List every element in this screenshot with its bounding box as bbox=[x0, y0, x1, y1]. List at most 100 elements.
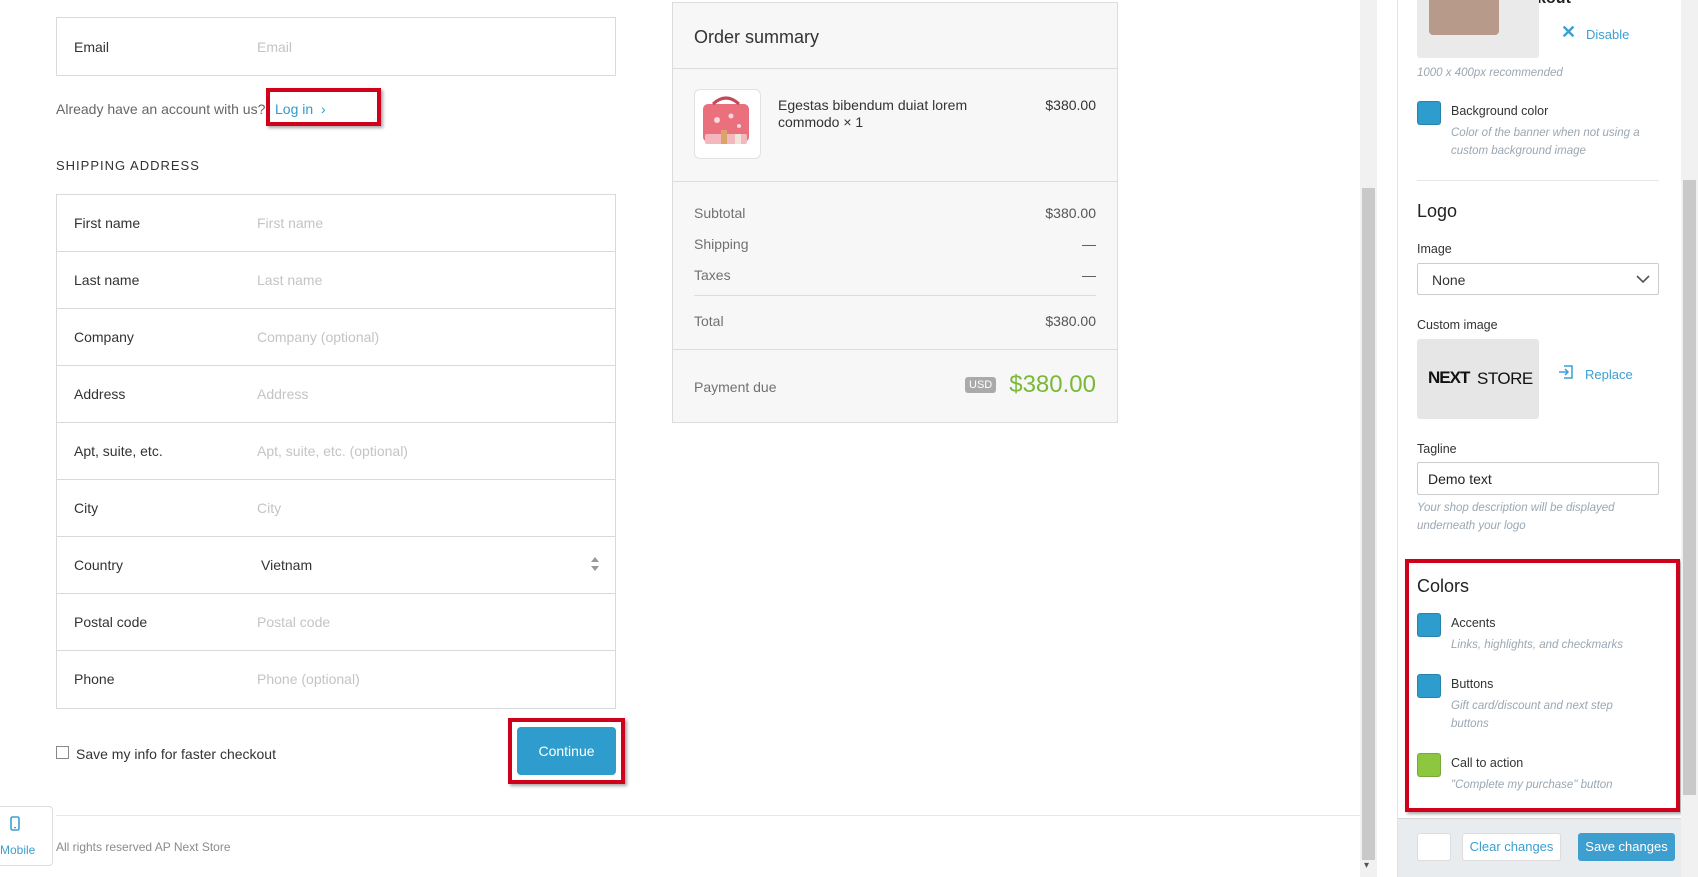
summary-divider bbox=[673, 349, 1117, 350]
footer-blank-button[interactable] bbox=[1417, 833, 1451, 861]
email-input[interactable]: Email bbox=[257, 39, 292, 55]
mobile-view-button[interactable]: Mobile bbox=[0, 806, 53, 866]
last-name-input[interactable]: Last name bbox=[257, 272, 322, 288]
tagline-label: Tagline bbox=[1417, 442, 1457, 456]
postal-code-input[interactable]: Postal code bbox=[257, 614, 330, 630]
product-name: Egestas bibendum duiat lorem commodo × 1 bbox=[778, 97, 968, 130]
tagline-input[interactable]: Demo text bbox=[1417, 462, 1659, 495]
disable-banner-link[interactable]: Disable bbox=[1586, 27, 1629, 42]
subtotal-label: Subtotal bbox=[694, 205, 746, 221]
preview-scroll-thumb[interactable] bbox=[1362, 188, 1375, 860]
email-label: Email bbox=[74, 39, 110, 55]
close-icon[interactable]: ✕ bbox=[1561, 22, 1576, 43]
company-label: Company bbox=[74, 329, 134, 345]
tagline-value: Demo text bbox=[1428, 471, 1492, 487]
panel-scroll-thumb[interactable] bbox=[1683, 180, 1696, 795]
taxes-label: Taxes bbox=[694, 267, 731, 283]
currency-badge: USD bbox=[965, 377, 997, 393]
payment-due-label: Payment due bbox=[694, 379, 777, 395]
replace-icon[interactable] bbox=[1558, 364, 1574, 380]
highlight-login bbox=[266, 88, 381, 126]
shipping-heading: SHIPPING ADDRESS bbox=[56, 158, 200, 173]
custom-image-label: Custom image bbox=[1417, 318, 1498, 332]
footer-copyright: All rights reserved AP Next Store bbox=[56, 840, 231, 854]
last-name-label: Last name bbox=[74, 272, 140, 288]
panel-gutter bbox=[1377, 0, 1397, 877]
apt-input[interactable]: Apt, suite, etc. (optional) bbox=[257, 443, 408, 459]
postal-code-row[interactable]: Postal code Postal code bbox=[57, 594, 615, 651]
clear-changes-button[interactable]: Clear changes bbox=[1462, 833, 1561, 861]
shipping-form: First name First name Last name Last name … bbox=[56, 194, 616, 709]
checkout-preview: Email Email Already have an account with… bbox=[0, 0, 1360, 877]
logo-image-value: None bbox=[1432, 272, 1466, 288]
theme-settings-panel: Checkout ✕ Disable 1000 x 400px recommen… bbox=[1397, 0, 1682, 877]
first-name-row[interactable]: First name First name bbox=[57, 195, 615, 252]
total-row: Total $380.00 bbox=[694, 313, 1096, 329]
email-field-box[interactable]: Email Email bbox=[56, 17, 616, 76]
tagline-hint: Your shop description will be displayed … bbox=[1417, 502, 1615, 532]
city-input[interactable]: City bbox=[257, 500, 281, 516]
background-color-swatch[interactable] bbox=[1417, 101, 1441, 125]
subtotal-value: $380.00 bbox=[1045, 205, 1096, 221]
country-label: Country bbox=[74, 557, 124, 573]
product-thumbnail bbox=[694, 89, 761, 159]
address-input[interactable]: Address bbox=[257, 386, 308, 402]
call-to-action-label: Call to action bbox=[1451, 756, 1524, 770]
select-arrows-icon bbox=[591, 557, 599, 571]
accents-hint: Links, highlights, and checkmarks bbox=[1451, 639, 1623, 651]
logo-wordmark-next: NEXT bbox=[1428, 368, 1470, 387]
accents-color-swatch[interactable] bbox=[1417, 613, 1441, 637]
first-name-label: First name bbox=[74, 215, 141, 231]
phone-row[interactable]: Phone Phone (optional) bbox=[57, 651, 615, 708]
shipping-value: — bbox=[1082, 236, 1096, 252]
colors-section-title: Colors bbox=[1417, 576, 1470, 596]
buttons-color-swatch[interactable] bbox=[1417, 674, 1441, 698]
call-to-action-color-swatch[interactable] bbox=[1417, 753, 1441, 777]
total-value: $380.00 bbox=[1045, 313, 1096, 329]
city-label: City bbox=[74, 500, 99, 516]
apt-row[interactable]: Apt, suite, etc. Apt, suite, etc. (option… bbox=[57, 423, 615, 480]
shipping-row: Shipping — bbox=[694, 236, 1096, 252]
last-name-row[interactable]: Last name Last name bbox=[57, 252, 615, 309]
chevron-down-icon bbox=[1636, 275, 1650, 284]
save-info-label: Save my info for faster checkout bbox=[76, 746, 276, 762]
accents-label: Accents bbox=[1451, 616, 1496, 630]
taxes-value: — bbox=[1082, 267, 1096, 283]
save-info-checkbox[interactable] bbox=[56, 746, 69, 759]
phone-label: Phone bbox=[74, 671, 115, 687]
order-summary: Order summary Egestas bibendum duiat lor… bbox=[672, 2, 1118, 423]
logo-image-label: Image bbox=[1417, 242, 1452, 256]
summary-divider bbox=[673, 181, 1117, 182]
logo-image-select[interactable]: None bbox=[1417, 263, 1659, 295]
taxes-row: Taxes — bbox=[694, 267, 1096, 283]
scroll-down-arrow-icon[interactable]: ▾ bbox=[1364, 860, 1369, 871]
product-price: $380.00 bbox=[1045, 97, 1096, 113]
logo-wordmark-store: STORE bbox=[1477, 369, 1533, 388]
banner-thumbnail bbox=[1429, 0, 1499, 35]
company-row[interactable]: Company Company (optional) bbox=[57, 309, 615, 366]
background-color-hint: Color of the banner when not using a cus… bbox=[1451, 127, 1640, 157]
footer-divider bbox=[56, 815, 1360, 816]
company-input[interactable]: Company (optional) bbox=[257, 329, 379, 345]
section-divider bbox=[1417, 180, 1659, 181]
apt-label: Apt, suite, etc. bbox=[74, 443, 163, 459]
account-prompt: Already have an account with us? bbox=[56, 101, 266, 117]
first-name-input[interactable]: First name bbox=[257, 215, 323, 231]
replace-logo-link[interactable]: Replace bbox=[1585, 367, 1633, 382]
country-row[interactable]: Country Vietnam bbox=[57, 537, 615, 594]
country-select[interactable]: Vietnam bbox=[261, 557, 312, 573]
call-to-action-hint: "Complete my purchase" button bbox=[1451, 779, 1613, 791]
subtotal-row: Subtotal $380.00 bbox=[694, 205, 1096, 221]
mobile-phone-icon bbox=[10, 816, 20, 831]
city-row[interactable]: City City bbox=[57, 480, 615, 537]
phone-input[interactable]: Phone (optional) bbox=[257, 671, 360, 687]
product-bag-image bbox=[703, 96, 749, 144]
address-row[interactable]: Address Address bbox=[57, 366, 615, 423]
mobile-label: Mobile bbox=[0, 843, 36, 857]
address-label: Address bbox=[74, 386, 126, 402]
custom-logo-preview: NEXT STORE bbox=[1417, 339, 1539, 419]
save-changes-button[interactable]: Save changes bbox=[1578, 833, 1675, 861]
summary-divider bbox=[673, 68, 1117, 69]
continue-button[interactable]: Continue bbox=[517, 727, 616, 775]
logo-section-title: Logo bbox=[1417, 201, 1458, 221]
